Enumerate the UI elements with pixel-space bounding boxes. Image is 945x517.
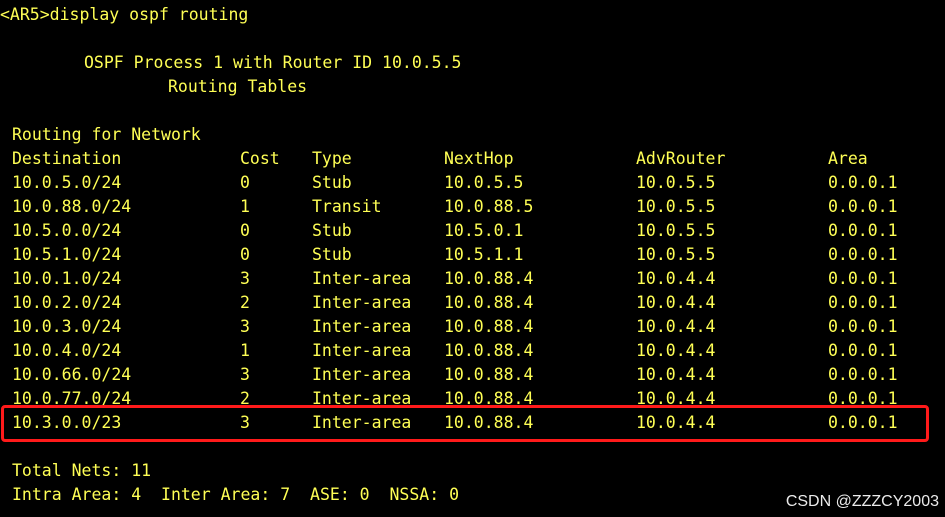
cell-area: 0.0.0.1: [828, 317, 898, 336]
cell-nexthop: 10.0.88.4: [444, 293, 534, 312]
cell-destination: 10.0.88.0/24: [12, 197, 132, 216]
cell-nexthop: 10.5.1.1: [444, 245, 524, 264]
cell-nexthop: 10.0.88.4: [444, 365, 534, 384]
cell-destination: 10.0.5.0/24: [12, 173, 122, 192]
table-row: 10.5.0.0/24 0 Stub 10.5.0.1 10.0.5.5 0.0.0.1: [0, 219, 945, 243]
cell-cost: 1: [240, 197, 250, 216]
cell-advrouter: 10.0.5.5: [636, 245, 716, 264]
cell-cost: 2: [240, 293, 250, 312]
cell-advrouter: 10.0.4.4: [636, 365, 716, 384]
table-row: 10.0.5.0/24 0 Stub 10.0.5.5 10.0.5.5 0.0.0.1: [0, 171, 945, 195]
cell-area: 0.0.0.1: [828, 221, 898, 240]
routing-tables-line: Routing Tables: [168, 77, 308, 96]
cell-type: Inter-area: [312, 293, 412, 312]
cell-cost: 0: [240, 173, 250, 192]
cell-cost: 0: [240, 221, 250, 240]
cell-cost: 0: [240, 245, 250, 264]
cell-destination: 10.0.1.0/24: [12, 269, 122, 288]
cell-cost: 1: [240, 341, 250, 360]
cell-destination: 10.0.4.0/24: [12, 341, 122, 360]
table-row: 10.0.1.0/24 3 Inter-area 10.0.88.4 10.0.4.4 0…: [0, 267, 945, 291]
cell-advrouter: 10.0.5.5: [636, 173, 716, 192]
cell-destination: 10.5.0.0/24: [12, 221, 122, 240]
cell-nexthop: 10.0.88.4: [444, 269, 534, 288]
cell-advrouter: 10.0.4.4: [636, 341, 716, 360]
cell-type: Inter-area: [312, 341, 412, 360]
cell-destination: 10.0.2.0/24: [12, 293, 122, 312]
highlight-box: [1, 405, 929, 442]
cell-cost: 3: [240, 365, 250, 384]
cell-area: 0.0.0.1: [828, 173, 898, 192]
cell-advrouter: 10.0.4.4: [636, 269, 716, 288]
ospf-process-line: OSPF Process 1 with Router ID 10.0.5.5: [84, 53, 462, 72]
cell-destination: 10.0.3.0/24: [12, 317, 122, 336]
table-header-row: Destination Cost Type NextHop AdvRouter …: [0, 147, 945, 171]
table-row: 10.0.3.0/24 3 Inter-area 10.0.88.4 10.0.4.4 0…: [0, 315, 945, 339]
header-nexthop: NextHop: [444, 149, 514, 168]
cell-advrouter: 10.0.5.5: [636, 197, 716, 216]
cell-area: 0.0.0.1: [828, 269, 898, 288]
table-row: 10.0.88.0/24 1 Transit 10.0.88.5 10.0.5.5 0.0…: [0, 195, 945, 219]
cell-area: 0.0.0.1: [828, 365, 898, 384]
header-cost: Cost: [240, 149, 280, 168]
cell-nexthop: 10.0.88.4: [444, 341, 534, 360]
cell-area: 0.0.0.1: [828, 245, 898, 264]
cell-type: Inter-area: [312, 365, 412, 384]
cell-area: 0.0.0.1: [828, 341, 898, 360]
table-row: 10.0.66.0/24 3 Inter-area 10.0.88.4 10.0.4.4…: [0, 363, 945, 387]
total-nets-line: Total Nets: 11: [12, 461, 152, 480]
cell-type: Inter-area: [312, 269, 412, 288]
header-area: Area: [828, 149, 868, 168]
header-advrouter: AdvRouter: [636, 149, 726, 168]
header-type: Type: [312, 149, 352, 168]
cell-type: Stub: [312, 173, 352, 192]
cell-destination: 10.0.66.0/24: [12, 365, 132, 384]
command-prompt-line: <AR5>display ospf routing: [0, 5, 249, 24]
cell-type: Inter-area: [312, 317, 412, 336]
cell-nexthop: 10.0.88.5: [444, 197, 534, 216]
cell-type: Transit: [312, 197, 382, 216]
cell-type: Stub: [312, 245, 352, 264]
cell-nexthop: 10.0.5.5: [444, 173, 524, 192]
cell-nexthop: 10.0.88.4: [444, 317, 534, 336]
cell-area: 0.0.0.1: [828, 197, 898, 216]
terminal-window[interactable]: <AR5>display ospf routing OSPF Process 1…: [0, 0, 945, 517]
cell-cost: 3: [240, 269, 250, 288]
table-row: 10.0.2.0/24 2 Inter-area 10.0.88.4 10.0.4.4 0…: [0, 291, 945, 315]
header-destination: Destination: [12, 149, 122, 168]
table-row: 10.5.1.0/24 0 Stub 10.5.1.1 10.0.5.5 0.0.0.1: [0, 243, 945, 267]
csdn-watermark: CSDN @ZZZCY2003: [785, 493, 939, 510]
table-row: 10.0.4.0/24 1 Inter-area 10.0.88.4 10.0.4.4 0…: [0, 339, 945, 363]
cell-area: 0.0.0.1: [828, 293, 898, 312]
cell-advrouter: 10.0.5.5: [636, 221, 716, 240]
area-summary-line: Intra Area: 4 Inter Area: 7 ASE: 0 NSSA:…: [12, 485, 460, 504]
cell-advrouter: 10.0.4.4: [636, 293, 716, 312]
cell-destination: 10.5.1.0/24: [12, 245, 122, 264]
cell-cost: 3: [240, 317, 250, 336]
cell-nexthop: 10.5.0.1: [444, 221, 524, 240]
cell-type: Stub: [312, 221, 352, 240]
section-title: Routing for Network: [12, 125, 201, 144]
cell-advrouter: 10.0.4.4: [636, 317, 716, 336]
